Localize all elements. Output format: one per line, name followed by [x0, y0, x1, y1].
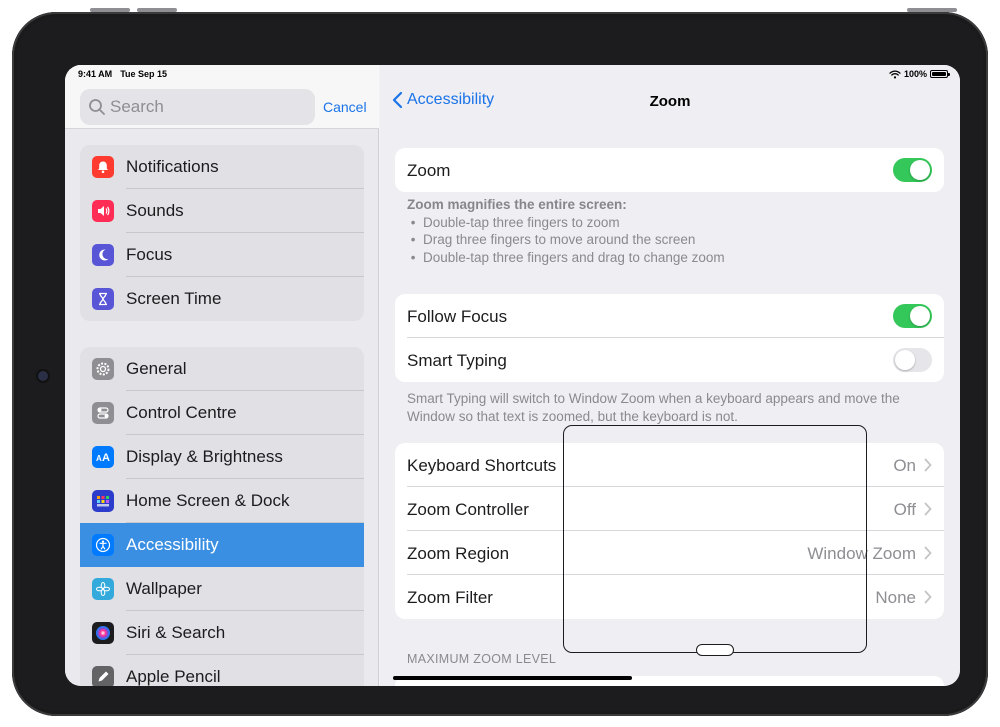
svg-text:A: A — [102, 452, 110, 464]
battery-percent: 100% — [903, 69, 927, 79]
sidebar-search-area: 9:41 AM Tue Sep 15 Cancel — [65, 65, 379, 129]
option-value: On — [893, 456, 916, 475]
zoom-toggle-card: Zoom — [395, 148, 944, 192]
sidebar-item-label: Sounds — [126, 201, 184, 220]
home-indicator[interactable] — [393, 676, 632, 680]
wifi-icon — [889, 69, 901, 78]
follow-focus-toggle[interactable] — [893, 304, 932, 328]
status-bar-right: 100% — [380, 65, 960, 83]
sidebar-item-control-centre[interactable]: Control Centre — [80, 391, 364, 435]
sidebar-item-label: Accessibility — [126, 535, 219, 554]
sidebar-item-wallpaper[interactable]: Wallpaper — [80, 567, 364, 611]
max-zoom-section-header: MAXIMUM ZOOM LEVEL — [407, 652, 557, 666]
camera-lens — [38, 371, 48, 381]
zoom-window-handle[interactable] — [696, 644, 734, 656]
chevron-right-icon — [924, 502, 932, 516]
volume-down-button — [137, 8, 177, 12]
search-input[interactable] — [110, 97, 300, 117]
sidebar-item-siri-search[interactable]: Siri & Search — [80, 611, 364, 655]
option-value: None — [875, 588, 916, 607]
sidebar-item-screen-time[interactable]: Screen Time — [80, 277, 364, 321]
status-time: 9:41 AM Tue Sep 15 — [78, 69, 168, 79]
follow-focus-row: Follow Focus — [395, 294, 944, 338]
sidebar-item-label: Siri & Search — [126, 623, 226, 642]
zoom-toggle[interactable] — [893, 158, 932, 182]
smart-typing-label: Smart Typing — [407, 351, 507, 370]
sidebar-item-label: Display & Brightness — [126, 447, 283, 466]
switches-icon — [92, 402, 114, 424]
battery-icon — [930, 70, 950, 78]
zoom-description-line: • Drag three fingers to move around the … — [407, 232, 696, 247]
sidebar-item-label: General — [126, 359, 187, 378]
smart-typing-row: Smart Typing — [395, 338, 944, 382]
search-field[interactable] — [80, 89, 315, 125]
status-bar-left: 9:41 AM Tue Sep 15 — [65, 65, 379, 83]
zoom-description-heading: Zoom magnifies the entire screen: — [407, 197, 627, 212]
hourglass-icon — [92, 288, 114, 310]
option-label: Keyboard Shortcuts — [407, 456, 557, 475]
sidebar-item-label: Screen Time — [126, 289, 222, 308]
volume-up-button — [90, 8, 130, 12]
option-label: Zoom Controller — [407, 500, 529, 519]
zoom-description: Zoom magnifies the entire screen: • Doub… — [407, 196, 725, 266]
option-label: Zoom Filter — [407, 588, 493, 607]
pencil-icon — [92, 666, 114, 686]
smart-typing-toggle[interactable] — [893, 348, 932, 372]
ipad-frame: 9:41 AM Tue Sep 15 Cancel Notifications — [12, 8, 988, 716]
chevron-right-icon — [924, 590, 932, 604]
zoom-settings-pane: 100% Accessibility Zoom Zoom Zoom magnif… — [380, 65, 960, 686]
page-title: Zoom — [649, 93, 691, 110]
option-value: Off — [893, 500, 916, 519]
zoom-row: Zoom — [395, 148, 944, 192]
option-label: Zoom Region — [407, 544, 510, 563]
sidebar-item-display-brightness[interactable]: AA Display & Brightness — [80, 435, 364, 479]
cancel-button[interactable]: Cancel — [323, 99, 367, 115]
app-grid-icon — [92, 490, 114, 512]
flower-icon — [92, 578, 114, 600]
screen: 9:41 AM Tue Sep 15 Cancel Notifications — [65, 65, 960, 686]
sidebar-item-focus[interactable]: Focus — [80, 233, 364, 277]
sidebar-item-label: Home Screen & Dock — [126, 491, 290, 510]
chevron-right-icon — [924, 546, 932, 560]
settings-sidebar: 9:41 AM Tue Sep 15 Cancel Notifications — [65, 65, 379, 686]
text-size-icon: AA — [92, 446, 114, 468]
moon-icon — [92, 244, 114, 266]
sidebar-item-notifications[interactable]: Notifications — [80, 145, 364, 189]
zoom-description-line: • Double-tap three fingers to zoom — [407, 214, 620, 230]
sidebar-item-label: Focus — [126, 245, 173, 264]
search-icon — [89, 99, 105, 115]
sidebar-item-general[interactable]: General — [80, 347, 364, 391]
sidebar-item-label: Apple Pencil — [126, 667, 221, 686]
zoom-window[interactable] — [563, 425, 867, 656]
top-button — [907, 8, 957, 12]
accessibility-icon — [92, 534, 114, 556]
sidebar-item-label: Control Centre — [126, 403, 237, 422]
focus-typing-card: Follow Focus Smart Typing — [395, 294, 944, 382]
bell-icon — [92, 156, 114, 178]
sidebar-item-home-screen-dock[interactable]: Home Screen & Dock — [80, 479, 364, 523]
zoom-label: Zoom — [407, 161, 451, 180]
sidebar-group-notifications: Notifications Sounds Focus Screen Time — [80, 145, 364, 321]
sidebar-item-sounds[interactable]: Sounds — [80, 189, 364, 233]
sidebar-item-apple-pencil[interactable]: Apple Pencil — [80, 655, 364, 686]
gear-icon — [92, 358, 114, 380]
sidebar-item-label: Wallpaper — [126, 579, 202, 598]
siri-icon — [92, 622, 114, 644]
status-indicators: 100% — [889, 69, 950, 79]
smart-typing-description: Smart Typing will switch to Window Zoom … — [407, 391, 900, 424]
chevron-right-icon — [924, 458, 932, 472]
sidebar-item-accessibility[interactable]: Accessibility — [80, 523, 364, 567]
zoom-description-line: • Double-tap three fingers and drag to c… — [407, 249, 725, 265]
follow-focus-label: Follow Focus — [407, 307, 508, 326]
sidebar-group-general: General Control Centre AA Display & Brig… — [80, 347, 364, 686]
sidebar-item-label: Notifications — [126, 157, 219, 176]
speaker-icon — [92, 200, 114, 222]
